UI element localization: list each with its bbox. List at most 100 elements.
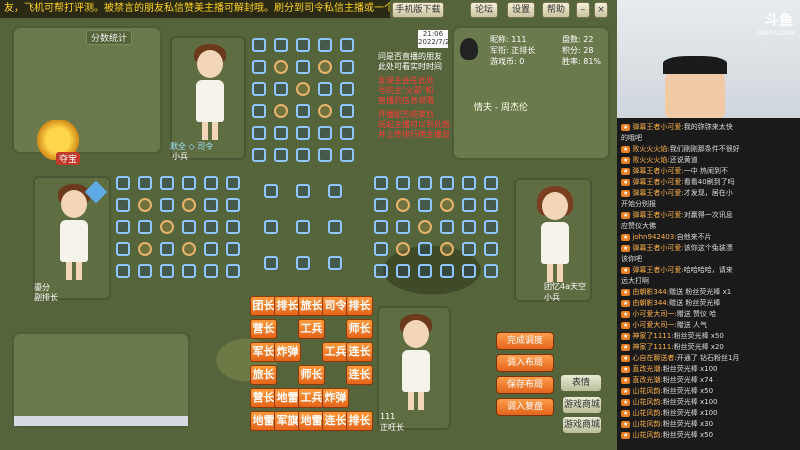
board-cell[interactable] (296, 220, 310, 234)
board-cell[interactable] (440, 264, 454, 278)
board-cell[interactable] (182, 264, 196, 278)
board-cell[interactable] (374, 176, 388, 190)
forum-button[interactable]: 论坛 (470, 2, 498, 18)
board-cell[interactable] (274, 126, 288, 140)
piece[interactable]: 工兵 (298, 388, 325, 408)
board-cell[interactable] (328, 256, 342, 270)
board-cell[interactable] (182, 220, 196, 234)
piece[interactable]: 军长 (250, 342, 277, 362)
board-cell[interactable] (252, 104, 266, 118)
board-cell[interactable] (204, 220, 218, 234)
piece[interactable]: 军旗 (274, 411, 301, 431)
board-cell[interactable] (462, 264, 476, 278)
settings-button[interactable]: 设置 (507, 2, 535, 18)
help-button[interactable]: 帮助 (542, 2, 570, 18)
board-cell[interactable] (226, 264, 240, 278)
piece[interactable]: 团长 (250, 296, 277, 316)
board-cell[interactable] (462, 242, 476, 256)
board-cell[interactable] (252, 82, 266, 96)
camp-cell[interactable] (138, 242, 152, 256)
camp-cell[interactable] (440, 198, 454, 212)
board-cell[interactable] (340, 104, 354, 118)
board-cell[interactable] (274, 82, 288, 96)
board-cell[interactable] (138, 176, 152, 190)
board-cell[interactable] (182, 176, 196, 190)
board-cell[interactable] (264, 256, 278, 270)
board-cell[interactable] (296, 38, 310, 52)
camp-cell[interactable] (274, 60, 288, 74)
board-cell[interactable] (484, 176, 498, 190)
board-cell[interactable] (318, 38, 332, 52)
close-button[interactable]: × (594, 2, 608, 18)
piece[interactable]: 师长 (298, 365, 325, 385)
camp-cell[interactable] (182, 198, 196, 212)
board-cell[interactable] (484, 264, 498, 278)
board-cell[interactable] (418, 264, 432, 278)
board-cell[interactable] (374, 264, 388, 278)
piece[interactable]: 旅长 (298, 296, 325, 316)
board-cell[interactable] (462, 220, 476, 234)
board-cell[interactable] (328, 220, 342, 234)
board-cell[interactable] (340, 82, 354, 96)
board-cell[interactable] (160, 264, 174, 278)
board-cell[interactable] (296, 126, 310, 140)
board-cell[interactable] (226, 220, 240, 234)
piece[interactable]: 炸弹 (274, 342, 301, 362)
board-cell[interactable] (418, 176, 432, 190)
board-cell[interactable] (374, 220, 388, 234)
board-cell[interactable] (318, 148, 332, 162)
board-cell[interactable] (204, 242, 218, 256)
piece-grid[interactable]: 团长 排长 旅长 司令 排长 营长 工兵 师长 军长 炸弹 工兵 连长 旅长 师长 连长 营长 地雷 工兵 炸弹 地雷… (250, 296, 376, 431)
camp-cell[interactable] (296, 82, 310, 96)
piece[interactable]: 营长 (250, 319, 277, 339)
board-cell[interactable] (274, 148, 288, 162)
board-cell[interactable] (340, 148, 354, 162)
board-cell[interactable] (204, 176, 218, 190)
board-cell[interactable] (374, 198, 388, 212)
game-shop-button-2[interactable]: 游戏商城 (562, 416, 602, 434)
piece[interactable]: 连长 (346, 365, 373, 385)
load-replay-button[interactable]: 调入复盘 (496, 398, 554, 416)
board-cell[interactable] (274, 38, 288, 52)
camp-cell[interactable] (138, 198, 152, 212)
camp-cell[interactable] (440, 242, 454, 256)
board-cell[interactable] (418, 242, 432, 256)
board-cell[interactable] (374, 242, 388, 256)
chat-input[interactable] (14, 416, 188, 426)
board-cell[interactable] (204, 198, 218, 212)
mobile-download-button[interactable]: 手机版下载 (392, 2, 444, 18)
board-cell[interactable] (440, 220, 454, 234)
board-cell[interactable] (226, 176, 240, 190)
camp-cell[interactable] (274, 104, 288, 118)
board-cell[interactable] (116, 176, 130, 190)
board-cell[interactable] (484, 198, 498, 212)
camp-cell[interactable] (160, 220, 174, 234)
piece[interactable]: 炸弹 (322, 388, 349, 408)
board-cell[interactable] (340, 126, 354, 140)
board-cell[interactable] (396, 176, 410, 190)
piece[interactable]: 工兵 (322, 342, 349, 362)
board-cell[interactable] (340, 38, 354, 52)
board-cell[interactable] (116, 220, 130, 234)
board-cell[interactable] (318, 126, 332, 140)
board-cell[interactable] (440, 176, 454, 190)
piece[interactable]: 师长 (346, 319, 373, 339)
camp-cell[interactable] (318, 60, 332, 74)
piece[interactable]: 工兵 (298, 319, 325, 339)
board-cell[interactable] (396, 264, 410, 278)
board-cell[interactable] (160, 176, 174, 190)
board-cell[interactable] (160, 198, 174, 212)
board-cell[interactable] (462, 176, 476, 190)
finish-adjust-button[interactable]: 完成调度 (496, 332, 554, 350)
camp-cell[interactable] (182, 242, 196, 256)
board-cell[interactable] (252, 148, 266, 162)
piece[interactable]: 地雷 (298, 411, 325, 431)
board-cell[interactable] (318, 82, 332, 96)
piece[interactable]: 旅长 (250, 365, 277, 385)
board-cell[interactable] (116, 264, 130, 278)
board-cell[interactable] (340, 60, 354, 74)
board-cell[interactable] (296, 184, 310, 198)
board-cell[interactable] (264, 220, 278, 234)
board-cell[interactable] (252, 38, 266, 52)
camp-cell[interactable] (396, 198, 410, 212)
